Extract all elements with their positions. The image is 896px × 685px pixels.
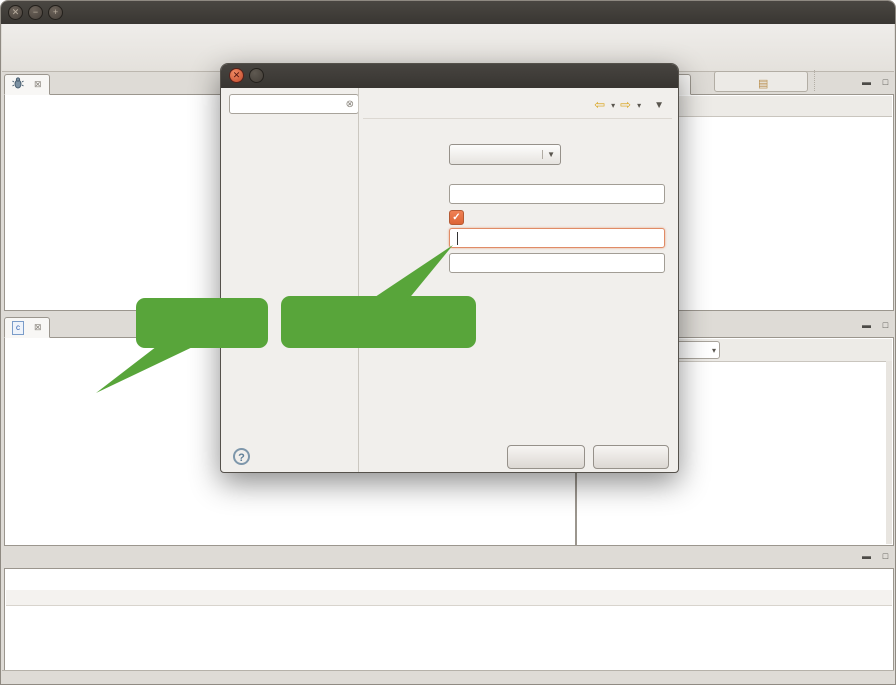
tab-blink-c[interactable]: c ⊠ [4,317,50,338]
minimize-icon[interactable]: ▬ [860,77,873,87]
cancel-button[interactable] [507,445,585,469]
console-process-label [6,590,892,606]
condition-callout [281,296,476,348]
text-cursor [457,232,458,245]
window-titlebar: ✕ − + [1,1,895,24]
ok-button[interactable] [593,445,669,469]
watched-variable-callout [136,298,268,348]
type-dropdown[interactable]: ▼ [449,144,561,165]
registers-view: ▥ ▤ ▬ □ [659,74,894,311]
tab-close-icon[interactable]: ⊠ [34,79,42,90]
back-arrow-icon[interactable]: ⇦ [594,97,605,113]
minimize-icon[interactable]: ▬ [860,551,873,561]
maximize-icon[interactable]: □ [879,320,892,330]
minimize-icon[interactable]: ▬ [860,320,873,330]
filter-input[interactable] [234,97,338,111]
window-minimize-button[interactable]: − [28,5,43,20]
ignore-count-input[interactable] [449,253,665,273]
debug-launch-tree [6,96,231,309]
help-icon[interactable]: ? [233,448,250,465]
maximize-icon[interactable]: □ [879,77,892,87]
debug-bug-icon [12,77,24,92]
chevron-down-icon: ▼ [542,150,555,159]
registers-toolbar [661,96,892,117]
dialog-close-button[interactable]: ✕ [229,68,244,83]
console-view: ▬ □ [4,548,894,673]
breakpoint-properties-dialog: ✕ ⊗ ⇦ ▾ ⇨ ▾ ▼ ▼ ✓ [220,63,679,473]
tab-modules[interactable]: ▤ [751,74,779,95]
line-number-input[interactable] [449,184,665,204]
filter-box: ⊗ [229,94,359,114]
tab-close-icon[interactable]: ⊠ [34,322,42,333]
status-bar [2,670,894,684]
condition-input[interactable] [449,228,665,248]
tab-debug[interactable]: ⊠ [4,74,50,95]
forward-arrow-icon[interactable]: ⇨ [620,97,631,113]
console-output[interactable] [6,607,892,671]
dialog-window-button[interactable] [249,68,264,83]
view-menu-icon[interactable]: ▼ [654,100,664,111]
forward-dropdown-icon[interactable]: ▾ [637,101,641,110]
clear-filter-icon[interactable]: ⊗ [346,99,354,110]
window-close-button[interactable]: ✕ [8,5,23,20]
scrollbar[interactable] [886,361,892,544]
debug-view: ⊠ [4,74,233,311]
chevron-down-icon[interactable]: ▾ [712,346,716,355]
dialog-divider [358,88,359,472]
modules-icon: ▤ [758,79,768,90]
dialog-divider [363,118,672,119]
eclipse-window: ✕ − + ⊠ ▥ ▤ [0,0,896,685]
enabled-checkbox[interactable]: ✓ [449,210,464,225]
window-maximize-button[interactable]: + [48,5,63,20]
maximize-icon[interactable]: □ [879,551,892,561]
c-file-icon: c [12,321,24,335]
back-dropdown-icon[interactable]: ▾ [611,101,615,110]
dialog-titlebar: ✕ [221,64,678,88]
